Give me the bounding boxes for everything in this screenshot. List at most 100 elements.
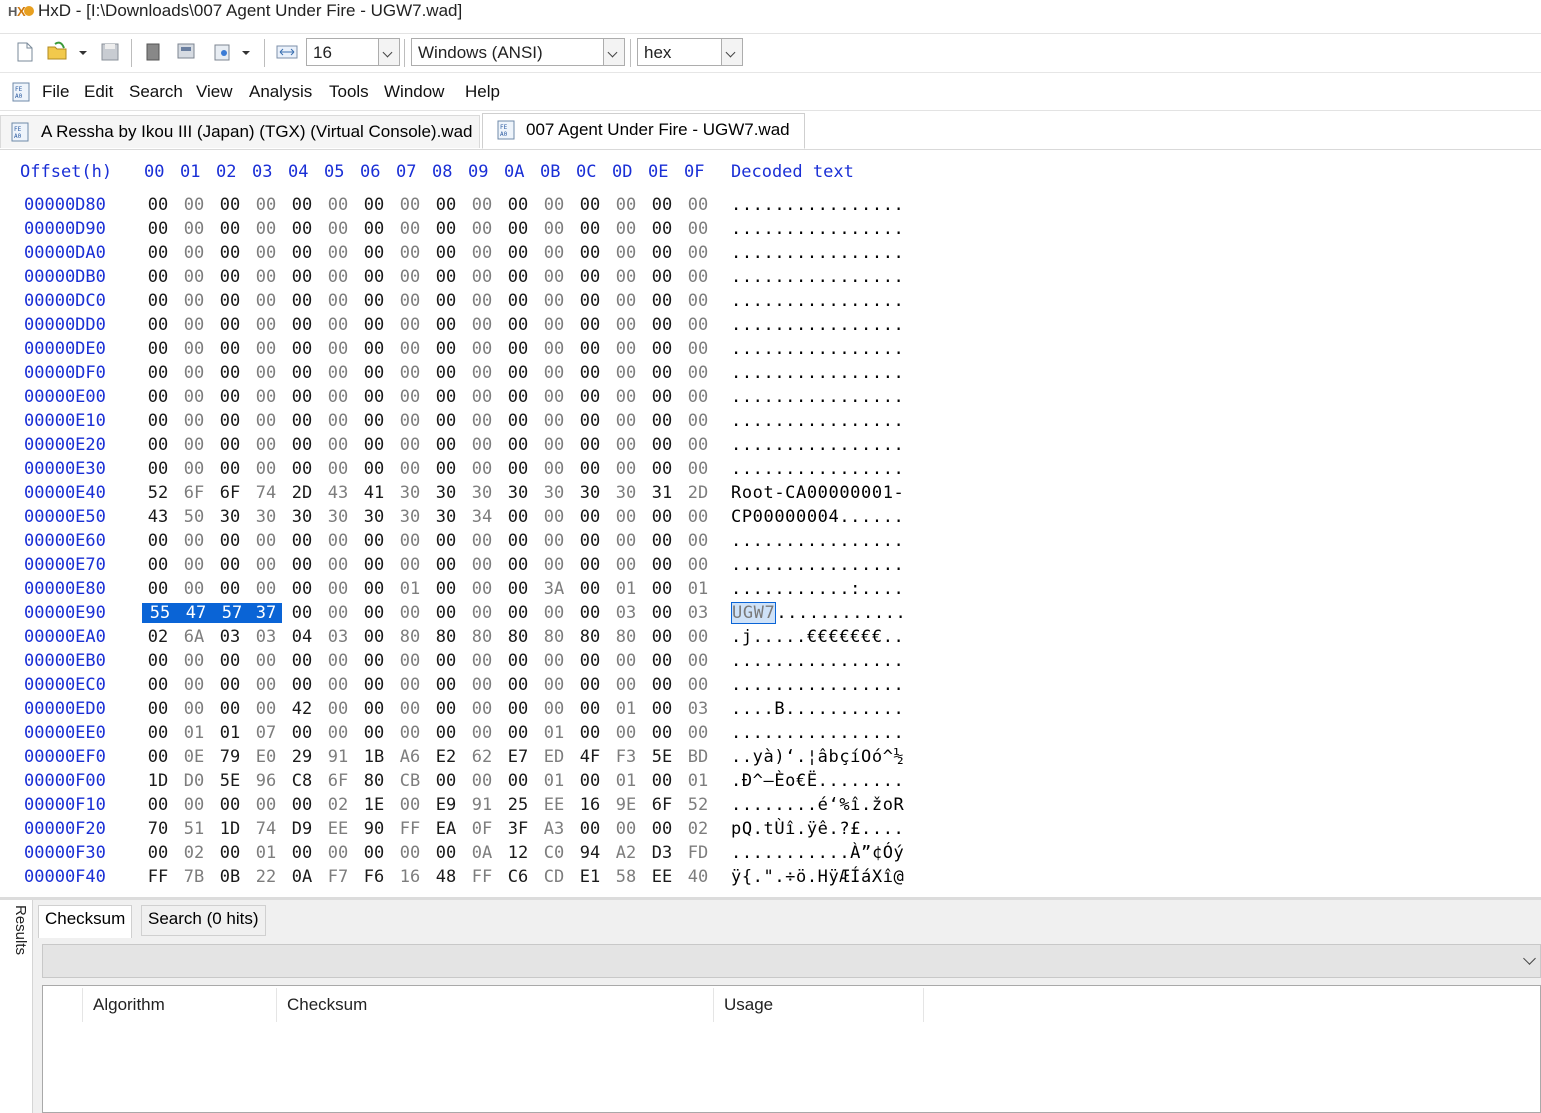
hex-byte[interactable]: 00 (286, 315, 318, 335)
hex-byte[interactable]: 00 (682, 195, 714, 215)
hex-byte[interactable]: 03 (214, 627, 246, 647)
hex-byte[interactable]: 00 (286, 675, 318, 695)
hex-byte[interactable]: 00 (322, 603, 354, 623)
hex-byte[interactable]: 00 (682, 435, 714, 455)
hex-byte[interactable]: 00 (178, 195, 210, 215)
hex-byte[interactable]: 00 (322, 843, 354, 863)
hex-byte[interactable]: 00 (574, 339, 606, 359)
save-icon[interactable] (99, 41, 121, 63)
hex-byte[interactable]: 00 (646, 219, 678, 239)
hex-byte[interactable]: FD (682, 843, 714, 863)
hex-byte[interactable]: 02 (142, 627, 174, 647)
charset-select[interactable]: Windows (ANSI) (411, 38, 625, 66)
hex-byte[interactable]: 00 (430, 267, 462, 287)
hex-byte[interactable]: 30 (574, 483, 606, 503)
hex-byte[interactable]: 00 (214, 435, 246, 455)
hex-byte[interactable]: 00 (682, 723, 714, 743)
hex-byte[interactable]: 01 (610, 699, 642, 719)
hex-byte[interactable]: 00 (574, 579, 606, 599)
hex-byte[interactable]: 00 (466, 195, 498, 215)
hex-byte[interactable]: 00 (358, 603, 390, 623)
hex-byte[interactable]: 00 (250, 531, 282, 551)
hex-byte[interactable]: FF (466, 867, 498, 887)
hex-byte[interactable]: 00 (178, 411, 210, 431)
hex-byte[interactable]: 00 (574, 699, 606, 719)
hex-byte[interactable]: 00 (502, 531, 534, 551)
hex-byte[interactable]: 00 (394, 723, 426, 743)
hex-byte[interactable]: 00 (682, 651, 714, 671)
hex-byte[interactable]: 00 (646, 387, 678, 407)
hex-byte[interactable]: 00 (178, 267, 210, 287)
hex-byte[interactable]: 00 (502, 555, 534, 575)
hex-byte[interactable]: 00 (646, 603, 678, 623)
hex-byte[interactable]: 00 (574, 291, 606, 311)
hex-byte[interactable]: 00 (430, 555, 462, 575)
hex-byte[interactable]: 00 (286, 219, 318, 239)
hex-byte[interactable]: 00 (214, 387, 246, 407)
results-panel-label[interactable]: Results (12, 905, 29, 955)
decoded-text-row[interactable]: UGW7............ (731, 602, 906, 624)
hex-byte[interactable]: 00 (538, 603, 570, 623)
hex-byte[interactable]: 00 (466, 267, 498, 287)
hex-byte[interactable]: 00 (286, 363, 318, 383)
decoded-text-row[interactable]: ................ (731, 363, 904, 383)
hex-byte[interactable]: 00 (466, 243, 498, 263)
hex-byte[interactable]: 00 (610, 675, 642, 695)
decoded-text-row[interactable]: ...........À”¢Óý (731, 843, 904, 863)
hex-byte[interactable]: 00 (682, 243, 714, 263)
chevron-down-icon[interactable] (1523, 952, 1536, 965)
hex-byte[interactable]: 50 (178, 507, 210, 527)
hex-byte[interactable]: 00 (574, 555, 606, 575)
hex-byte[interactable]: 31 (646, 483, 678, 503)
hex-byte[interactable]: 01 (610, 579, 642, 599)
hex-byte[interactable]: 00 (394, 843, 426, 863)
hex-byte[interactable]: 00 (538, 555, 570, 575)
hex-byte[interactable]: FF (394, 819, 426, 839)
hex-byte[interactable]: 00 (178, 363, 210, 383)
hex-byte[interactable]: 00 (322, 291, 354, 311)
menu-edit[interactable]: Edit (84, 82, 113, 102)
decoded-text-row[interactable]: ................ (731, 435, 904, 455)
hex-byte[interactable]: 03 (610, 603, 642, 623)
hex-byte[interactable]: 1E (358, 795, 390, 815)
hex-byte[interactable]: 00 (394, 651, 426, 671)
hex-byte[interactable]: 00 (214, 411, 246, 431)
hex-byte[interactable]: 00 (610, 195, 642, 215)
hex-byte[interactable]: 00 (286, 531, 318, 551)
hex-byte[interactable]: 00 (178, 291, 210, 311)
hex-byte[interactable]: 80 (538, 627, 570, 647)
hex-byte[interactable]: 00 (394, 387, 426, 407)
hex-byte[interactable]: 00 (466, 219, 498, 239)
hex-byte[interactable]: 00 (142, 339, 174, 359)
hex-byte[interactable]: 00 (142, 747, 174, 767)
hex-byte[interactable]: 6A (178, 627, 210, 647)
hex-byte[interactable]: 00 (574, 603, 606, 623)
hex-byte[interactable]: 42 (286, 699, 318, 719)
hex-byte[interactable]: 03 (682, 603, 714, 623)
hex-byte[interactable]: 00 (610, 315, 642, 335)
hex-byte[interactable]: 00 (466, 363, 498, 383)
hex-byte[interactable]: 02 (682, 819, 714, 839)
hex-byte[interactable]: 00 (466, 387, 498, 407)
tab-a-ressha[interactable]: FE A0 A Ressha by Ikou III (Japan) (TGX)… (0, 115, 480, 148)
hex-byte[interactable]: 00 (646, 555, 678, 575)
hex-byte[interactable]: 80 (574, 627, 606, 647)
open-folder-icon[interactable] (46, 40, 68, 62)
hex-byte[interactable]: 30 (394, 507, 426, 527)
decoded-text-row[interactable]: ................ (731, 675, 904, 695)
hex-byte[interactable]: 00 (178, 555, 210, 575)
hex-byte[interactable]: 00 (394, 531, 426, 551)
hex-byte[interactable]: 00 (538, 675, 570, 695)
hex-byte[interactable]: 00 (394, 675, 426, 695)
decoded-text-row[interactable]: ................ (731, 531, 904, 551)
hex-byte[interactable]: 00 (142, 651, 174, 671)
hex-byte[interactable]: 00 (214, 699, 246, 719)
decoded-text-row[interactable]: Root-CA00000001- (731, 483, 904, 503)
hex-byte[interactable]: 01 (682, 771, 714, 791)
hex-byte[interactable]: 00 (286, 267, 318, 287)
chevron-down-icon[interactable] (721, 39, 742, 65)
hex-byte[interactable]: 00 (646, 579, 678, 599)
decoded-text-row[interactable]: ................ (731, 459, 904, 479)
hex-byte[interactable]: 00 (322, 195, 354, 215)
hex-byte[interactable]: BD (682, 747, 714, 767)
